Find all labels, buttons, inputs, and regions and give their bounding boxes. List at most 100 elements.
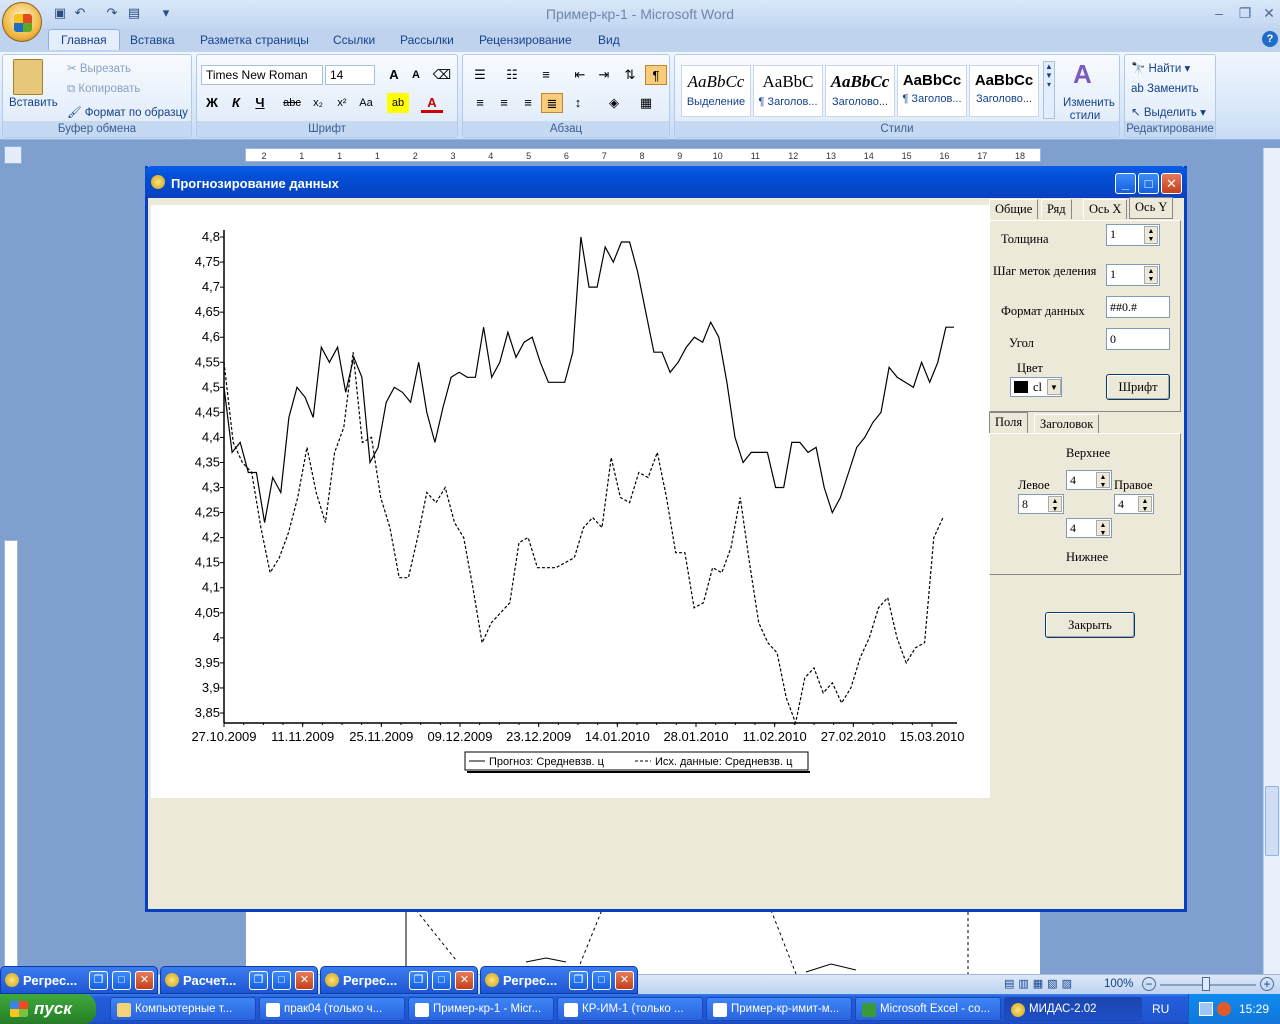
maximize-icon[interactable]: □: [432, 971, 451, 990]
tray-app-icon[interactable]: [1217, 1002, 1231, 1016]
vertical-ruler[interactable]: [4, 540, 18, 970]
close-icon[interactable]: ✕: [135, 971, 154, 990]
horizontal-ruler[interactable]: 2 1 1 1 2 3 4 5 6 7 8 9 10 11 12 13 14 15 16 17 18: [245, 148, 1041, 162]
zoom-out-icon[interactable]: −: [1142, 977, 1156, 991]
strikethrough-icon[interactable]: abc: [281, 93, 303, 113]
style-tile-emphasis[interactable]: AaBbCc Выделение: [681, 65, 751, 117]
word-restore-icon[interactable]: ❐: [1232, 4, 1258, 22]
change-case-icon[interactable]: Aa: [355, 93, 377, 113]
change-styles-button[interactable]: Изменить стили: [1063, 97, 1115, 123]
minimized-window-1[interactable]: Регрес... ❐ □ ✕: [0, 966, 158, 994]
subscript-icon[interactable]: x₂: [307, 93, 329, 113]
undo-icon[interactable]: ↶: [72, 5, 88, 21]
tab-review[interactable]: Рецензирование: [479, 33, 572, 47]
shrink-font-icon[interactable]: A: [405, 65, 427, 85]
office-button[interactable]: [2, 2, 42, 42]
taskbar-item-excel[interactable]: Microsoft Excel - со...: [855, 997, 1001, 1021]
taskbar-item-word-prak[interactable]: прак04 (только ч...: [259, 997, 405, 1021]
italic-icon[interactable]: К: [225, 93, 247, 113]
help-icon[interactable]: ?: [1262, 31, 1278, 47]
decrease-indent-icon[interactable]: ⇤: [569, 65, 591, 85]
spin-arrows-icon[interactable]: ▲ ▼: [1096, 472, 1110, 489]
maximize-icon[interactable]: □: [592, 971, 611, 990]
show-marks-icon[interactable]: ¶: [645, 65, 667, 85]
spin-arrows-icon[interactable]: ▲ ▼: [1048, 496, 1062, 513]
find-button[interactable]: 🔭 Найти ▾: [1131, 61, 1190, 75]
increase-indent-icon[interactable]: ⇥: [593, 65, 615, 85]
tab-axis-y[interactable]: Ось Y: [1129, 197, 1174, 219]
right-margin-spinner[interactable]: 4 ▲ ▼: [1114, 494, 1154, 514]
spin-arrows-icon[interactable]: ▲ ▼: [1144, 226, 1158, 244]
left-margin-spinner[interactable]: 8 ▲ ▼: [1018, 494, 1064, 514]
format-input[interactable]: ##0.#: [1106, 296, 1170, 318]
vertical-scrollbar[interactable]: [1263, 148, 1280, 974]
tab-margins[interactable]: Поля: [989, 412, 1029, 434]
format-painter-button[interactable]: 🖌 Формат по образцу: [67, 105, 188, 119]
tab-heading[interactable]: Заголовок: [1034, 414, 1100, 434]
minimized-window-4[interactable]: Регрес... ❐ □ ✕: [480, 966, 638, 994]
start-button[interactable]: пуск: [0, 994, 96, 1024]
shading-icon[interactable]: ◈: [603, 93, 625, 113]
taskbar-item-explorer[interactable]: Компьютерные т...: [110, 997, 256, 1021]
taskbar-item-word-example[interactable]: Пример-кр-1 - Micr...: [408, 997, 554, 1021]
minimized-window-2[interactable]: Расчет... ❐ □ ✕: [160, 966, 318, 994]
tab-axis-x[interactable]: Ось X: [1083, 199, 1128, 219]
tab-selector[interactable]: [4, 146, 22, 164]
style-tile-heading4[interactable]: AaBbCc Заголово...: [969, 65, 1039, 117]
styles-scroll[interactable]: ▲ ▼ ▾: [1043, 61, 1055, 119]
close-button[interactable]: Закрыть: [1045, 612, 1135, 638]
font-color-icon[interactable]: A: [421, 93, 443, 113]
zoom-level[interactable]: 100%: [1104, 978, 1133, 990]
tab-view[interactable]: Вид: [598, 33, 620, 47]
restore-icon[interactable]: ❐: [569, 971, 588, 990]
change-styles-icon[interactable]: A: [1073, 59, 1092, 90]
network-icon[interactable]: [1199, 1002, 1213, 1016]
align-right-icon[interactable]: ≡: [517, 93, 539, 113]
justify-icon[interactable]: ≣: [541, 93, 563, 113]
taskbar-item-midas[interactable]: МИДАС-2.02: [1004, 997, 1142, 1021]
font-name-select[interactable]: Times New Roman: [201, 65, 323, 85]
replace-button[interactable]: ab Заменить: [1131, 83, 1199, 95]
spin-arrows-icon[interactable]: ▲ ▼: [1138, 496, 1152, 513]
dialog-minimize-button[interactable]: _: [1115, 173, 1136, 194]
thickness-spinner[interactable]: 1 ▲ ▼: [1106, 224, 1160, 246]
customize-qat-icon[interactable]: ▾: [158, 5, 174, 21]
borders-icon[interactable]: ▦: [635, 93, 657, 113]
zoom-in-icon[interactable]: +: [1260, 977, 1274, 991]
font-size-select[interactable]: 14: [325, 65, 375, 85]
tab-general[interactable]: Общие: [989, 199, 1039, 219]
color-select[interactable]: cl ▼: [1010, 377, 1062, 397]
align-left-icon[interactable]: ≡: [469, 93, 491, 113]
spin-arrows-icon[interactable]: ▲ ▼: [1144, 266, 1158, 284]
scrollbar-thumb[interactable]: [1265, 786, 1279, 856]
word-minimize-icon[interactable]: –: [1206, 4, 1232, 22]
bullets-icon[interactable]: ☰: [469, 65, 491, 85]
multilevel-list-icon[interactable]: ≡: [535, 65, 557, 85]
top-margin-spinner[interactable]: 4 ▲ ▼: [1066, 470, 1112, 490]
style-tile-heading2[interactable]: AaBbCc Заголово...: [825, 65, 895, 117]
close-icon[interactable]: ✕: [455, 971, 474, 990]
maximize-icon[interactable]: □: [272, 971, 291, 990]
spin-arrows-icon[interactable]: ▲ ▼: [1096, 520, 1110, 537]
paste-icon[interactable]: [13, 59, 43, 95]
dialog-title-bar[interactable]: Прогнозирование данных _ □ ✕: [145, 166, 1187, 198]
taskbar-item-word-imit[interactable]: Пример-кр-имит-м...: [706, 997, 852, 1021]
maximize-icon[interactable]: □: [112, 971, 131, 990]
bold-icon[interactable]: Ж: [201, 93, 223, 113]
close-icon[interactable]: ✕: [615, 971, 634, 990]
line-spacing-icon[interactable]: ↕: [567, 93, 589, 113]
save-icon[interactable]: ▣: [52, 5, 68, 21]
language-indicator[interactable]: RU: [1152, 1002, 1169, 1016]
tab-references[interactable]: Ссылки: [333, 33, 375, 47]
tick-step-spinner[interactable]: 1 ▲ ▼: [1106, 264, 1160, 286]
dialog-maximize-button[interactable]: □: [1138, 173, 1159, 194]
view-buttons[interactable]: ▤▥▦▧▨: [1004, 977, 1096, 993]
angle-input[interactable]: 0: [1106, 328, 1170, 350]
align-center-icon[interactable]: ≡: [493, 93, 515, 113]
zoom-slider-handle[interactable]: [1202, 977, 1210, 991]
clipboard-icon[interactable]: ▤: [126, 5, 142, 21]
font-button[interactable]: Шрифт: [1106, 374, 1170, 400]
tab-home[interactable]: Главная: [48, 29, 120, 50]
tab-series[interactable]: Ряд: [1041, 199, 1072, 219]
tab-page-layout[interactable]: Разметка страницы: [200, 33, 309, 47]
